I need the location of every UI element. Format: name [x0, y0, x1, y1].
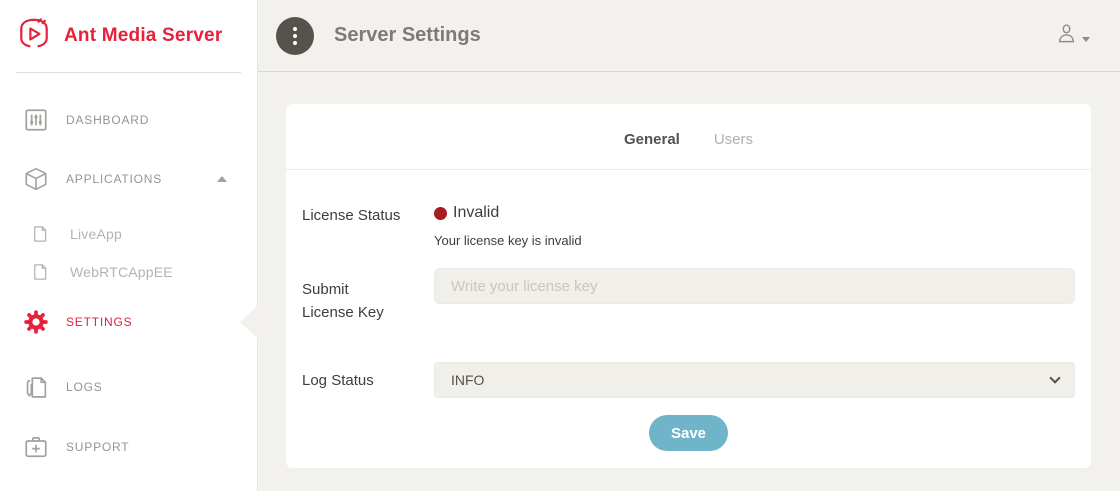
sidebar-item-dashboard[interactable]: DASHBOARD — [0, 96, 257, 144]
sidebar-item-settings[interactable]: SETTINGS — [0, 298, 257, 346]
page-title: Server Settings — [334, 24, 481, 47]
sidebar-item-label: LOGS — [66, 380, 103, 394]
sidebar: Ant Media Server DASHBOARD — [0, 0, 258, 491]
license-key-label: Submit License Key — [302, 268, 434, 324]
settings-card: General Users License Status Invalid You… — [286, 104, 1091, 468]
sidebar-item-label: SETTINGS — [66, 315, 132, 329]
license-key-input[interactable] — [434, 268, 1075, 304]
sidebar-item-label: APPLICATIONS — [66, 172, 162, 186]
logs-icon — [22, 375, 50, 400]
user-menu[interactable] — [1055, 22, 1090, 50]
content-area: General Users License Status Invalid You… — [258, 72, 1120, 491]
save-row: Save — [302, 415, 1075, 451]
collapse-caret-icon[interactable] — [217, 176, 227, 182]
sidebar-item-support[interactable]: SUPPORT — [0, 423, 257, 471]
tab-bar: General Users — [286, 104, 1091, 170]
log-status-label: Log Status — [302, 372, 434, 389]
license-status-label: License Status — [302, 204, 434, 248]
chevron-down-icon — [1082, 37, 1090, 42]
page-header: Server Settings — [258, 0, 1120, 72]
sidebar-item-liveapp[interactable]: LiveApp — [0, 215, 257, 253]
tab-general[interactable]: General — [624, 131, 680, 148]
user-icon — [1055, 22, 1078, 50]
app-window: Ant Media Server DASHBOARD — [0, 0, 1120, 491]
save-button[interactable]: Save — [649, 415, 728, 451]
file-icon — [26, 263, 54, 281]
status-dot-icon — [434, 207, 447, 220]
applications-icon — [22, 166, 50, 192]
license-key-row: Submit License Key — [302, 268, 1075, 324]
menu-kebab-button[interactable] — [276, 17, 314, 55]
sidebar-item-logs[interactable]: LOGS — [0, 363, 257, 411]
sidebar-item-label: WebRTCAppEE — [70, 264, 173, 280]
brand-name: Ant Media Server — [64, 25, 222, 47]
active-item-notch — [240, 304, 259, 340]
log-status-row: Log Status INFO — [302, 362, 1075, 398]
sidebar-item-webrtcappee[interactable]: WebRTCAppEE — [0, 253, 257, 291]
license-status-value: Invalid — [453, 204, 499, 222]
main-area: Server Settings General Users — [258, 0, 1120, 491]
file-icon — [26, 225, 54, 243]
gear-icon — [22, 308, 50, 336]
sidebar-item-label: LiveApp — [70, 226, 122, 242]
sidebar-item-applications[interactable]: APPLICATIONS — [0, 155, 257, 203]
brand-logo[interactable]: Ant Media Server — [0, 0, 257, 72]
sidebar-nav: DASHBOARD APPLICATIONS — [0, 73, 257, 471]
sidebar-item-label: SUPPORT — [66, 440, 129, 454]
ant-media-logo-icon — [14, 15, 54, 57]
dashboard-icon — [22, 107, 50, 133]
support-icon — [22, 434, 50, 460]
license-status-detail: Your license key is invalid — [434, 233, 1075, 248]
tab-users[interactable]: Users — [714, 131, 753, 148]
sidebar-item-label: DASHBOARD — [66, 113, 149, 127]
log-status-select[interactable]: INFO — [434, 362, 1075, 398]
settings-form: License Status Invalid Your license key … — [286, 204, 1091, 451]
license-status-row: License Status Invalid Your license key … — [302, 204, 1075, 248]
